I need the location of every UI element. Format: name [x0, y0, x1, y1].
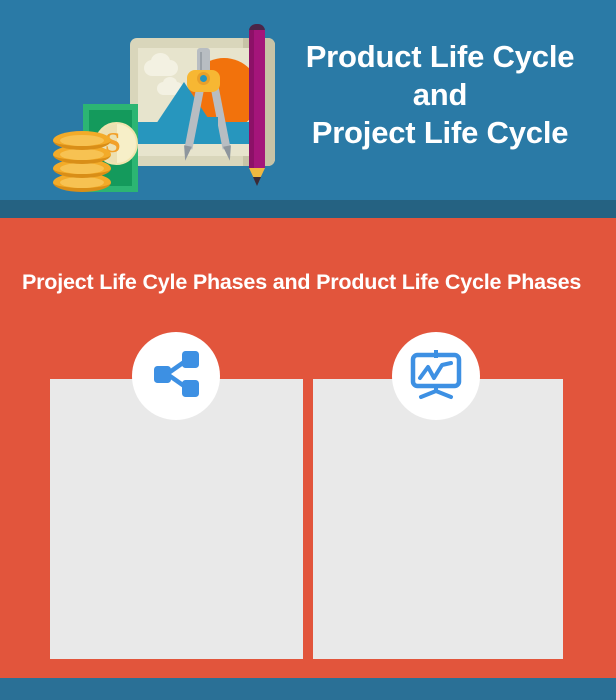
page-title: Product Life Cycle and Project Life Cycl…: [280, 38, 600, 151]
coins-stack-icon: [53, 131, 111, 193]
cloud-icon: [151, 53, 170, 69]
pencil-body: [249, 30, 265, 168]
card-project-life-cycle[interactable]: Project Life Cycle Initiation Planning E…: [50, 379, 303, 659]
water-shape: [138, 122, 260, 144]
infographic-page: S Product Life Cycle and Project Life Cy…: [0, 0, 616, 700]
product-design-illustration: S: [45, 22, 285, 192]
page-title-line-3: Project Life Cycle: [311, 114, 569, 150]
presentation-chart-icon: [408, 347, 464, 406]
header-divider-strip: [0, 200, 616, 218]
pencil-lead: [253, 177, 261, 186]
drawing-pad-base: [138, 144, 260, 156]
card-icon-badge-project: [132, 332, 220, 420]
page-title-line-2: and: [412, 76, 468, 112]
card-product-life-cycle[interactable]: Product Life Cycle Development Introduct…: [313, 379, 563, 659]
compass-pivot: [197, 72, 210, 85]
footer-bar: [0, 678, 616, 700]
page-title-line-1: Product Life Cycle: [305, 39, 575, 74]
header-banner: S Product Life Cycle and Project Life Cy…: [0, 0, 616, 200]
card-icon-badge-product: [392, 332, 480, 420]
section-heading: Project Life Cyle Phases and Product Lif…: [22, 270, 582, 294]
share-network-icon: [149, 347, 203, 406]
compass-crossbar: [200, 117, 218, 126]
